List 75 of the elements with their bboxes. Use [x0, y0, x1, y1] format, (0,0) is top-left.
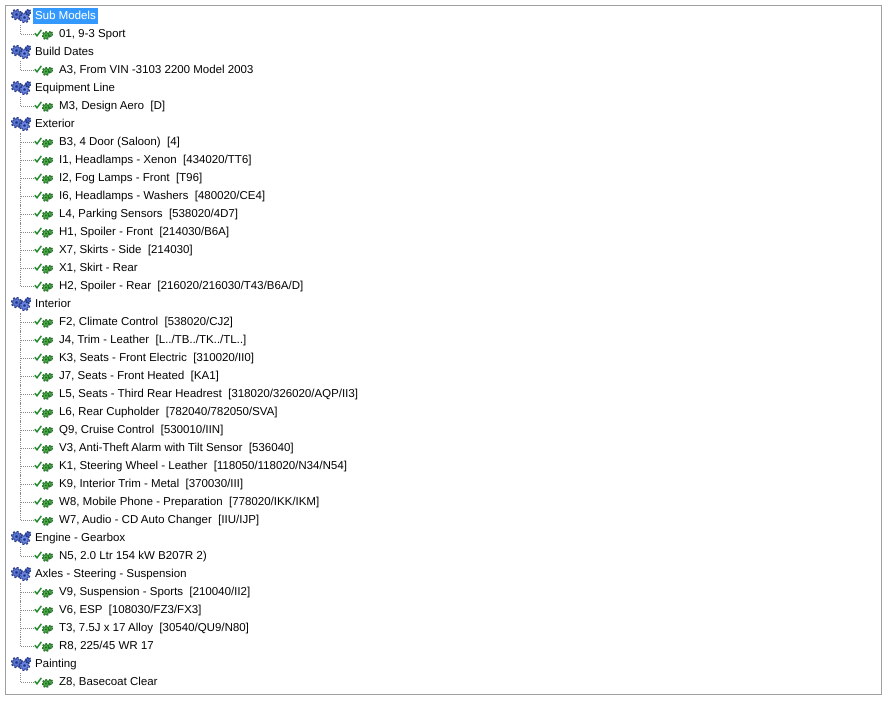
tree-node[interactable]: Axles - Steering - Suspension	[33, 566, 188, 582]
gear-icon	[42, 138, 53, 148]
gears-icon	[11, 297, 31, 311]
gear-icon	[42, 246, 53, 256]
tree-leaf[interactable]: H1, Spoiler - Front [214030/B6A]	[57, 224, 232, 240]
gear-icon	[42, 480, 53, 490]
tree-leaf[interactable]: J7, Seats - Front Heated [KA1]	[57, 368, 221, 384]
gear-icon	[42, 102, 53, 112]
gear-icon	[42, 282, 53, 292]
tree-leaf[interactable]: W8, Mobile Phone - Preparation [778020/IKK/IKM]	[57, 494, 322, 510]
tree-leaf[interactable]: V9, Suspension - Sports [210040/II2]	[57, 584, 252, 600]
gear-icon	[42, 678, 53, 688]
tree-leaf[interactable]: H2, Spoiler - Rear [216020/216030/T43/B6A/D]	[57, 278, 306, 294]
tree-leaf[interactable]: J4, Trim - Leather [L../TB../TK../TL..]	[57, 332, 248, 348]
gear-icon	[42, 642, 53, 652]
tree-leaf[interactable]: I6, Headlamps - Washers [480020/CE4]	[57, 188, 268, 204]
tree-node[interactable]: Exterior	[33, 116, 77, 132]
gear-icon	[42, 174, 53, 184]
tree-leaf[interactable]: L4, Parking Sensors [538020/4D7]	[57, 206, 240, 222]
gear-icon	[42, 552, 53, 562]
tree-leaf[interactable]: Z8, Basecoat Clear	[57, 674, 160, 690]
tree-leaf[interactable]: T3, 7.5J x 17 Alloy [30540/QU9/N80]	[57, 620, 251, 636]
tree-leaf[interactable]: B3, 4 Door (Saloon) [4]	[57, 134, 182, 150]
gear-icon	[42, 192, 53, 202]
gears-icon	[11, 567, 31, 581]
tree-leaf[interactable]: M3, Design Aero [D]	[57, 98, 168, 114]
tree-leaf[interactable]: I1, Headlamps - Xenon [434020/TT6]	[57, 152, 254, 168]
gear-icon	[42, 66, 53, 76]
gear-icon	[42, 624, 53, 634]
tree-leaf[interactable]: N5, 2.0 Ltr 154 kW B207R 2)	[57, 548, 209, 564]
gear-icon	[42, 336, 53, 346]
gear-icon	[42, 318, 53, 328]
gear-icon	[42, 390, 53, 400]
gears-icon	[11, 81, 31, 95]
tree-leaf[interactable]: F2, Climate Control [538020/CJ2]	[57, 314, 235, 330]
tree-node[interactable]: Engine - Gearbox	[33, 530, 128, 546]
tree-node[interactable]: Interior	[33, 296, 73, 312]
gear-icon	[42, 210, 53, 220]
tree-node[interactable]: Painting	[33, 656, 79, 672]
gear-icon	[42, 462, 53, 472]
gear-icon	[42, 354, 53, 364]
tree-leaf[interactable]: L5, Seats - Third Rear Headrest [318020/326020/AQP/II3]	[57, 386, 360, 402]
gear-icon	[42, 30, 53, 40]
gear-icon	[42, 606, 53, 616]
gear-icon	[42, 516, 53, 526]
tree-leaf[interactable]: V6, ESP [108030/FZ3/FX3]	[57, 602, 204, 618]
tree-leaf[interactable]: X1, Skirt - Rear	[57, 260, 140, 276]
tree-leaf[interactable]: K9, Interior Trim - Metal [370030/III]	[57, 476, 246, 492]
tree-leaf[interactable]: V3, Anti-Theft Alarm with Tilt Sensor [536040]	[57, 440, 296, 456]
gear-icon	[42, 228, 53, 238]
tree-leaf[interactable]: R8, 225/45 WR 17	[57, 638, 156, 654]
gear-icon	[42, 588, 53, 598]
gears-icon	[11, 45, 31, 59]
gears-icon	[11, 9, 31, 23]
gear-icon	[42, 408, 53, 418]
tree-node[interactable]: Build Dates	[33, 44, 96, 60]
tree-leaf[interactable]: I2, Fog Lamps - Front [T96]	[57, 170, 204, 186]
tree-node[interactable]: Equipment Line	[33, 80, 117, 96]
tree-leaf[interactable]: X7, Skirts - Side [214030]	[57, 242, 195, 258]
tree-leaf[interactable]: A3, From VIN -3103 2200 Model 2003	[57, 62, 256, 78]
tree-leaf[interactable]: 01, 9-3 Sport	[57, 26, 128, 42]
gear-icon	[42, 444, 53, 454]
tree-leaf[interactable]: W7, Audio - CD Auto Changer [IIU/IJP]	[57, 512, 262, 528]
gears-icon	[11, 531, 31, 545]
gear-icon	[42, 264, 53, 274]
gear-icon	[42, 498, 53, 508]
tree-leaf[interactable]: K1, Steering Wheel - Leather [118050/118020/N34/N54]	[57, 458, 349, 474]
tree-leaf[interactable]: L6, Rear Cupholder [782040/782050/SVA]	[57, 404, 280, 420]
gear-icon	[42, 372, 53, 382]
gear-icon	[42, 156, 53, 166]
gears-icon	[11, 657, 31, 671]
gear-icon	[42, 426, 53, 436]
tree-leaf[interactable]: Q9, Cruise Control [530010/IIN]	[57, 422, 226, 438]
tree-leaf[interactable]: K3, Seats - Front Electric [310020/II0]	[57, 350, 256, 366]
gears-icon	[11, 117, 31, 131]
